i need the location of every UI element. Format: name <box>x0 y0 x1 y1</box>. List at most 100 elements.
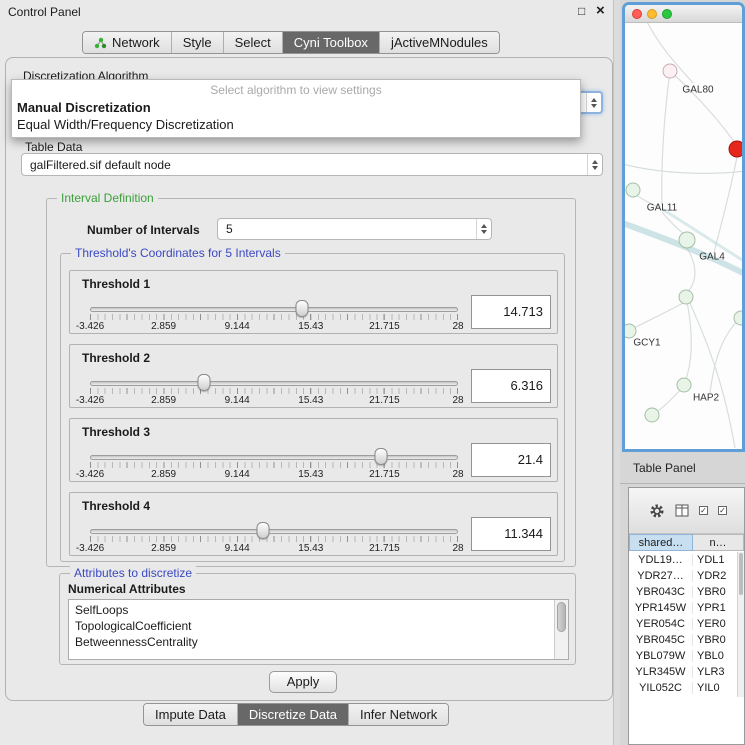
panel-divider[interactable] <box>613 0 620 745</box>
column-header-name[interactable]: n… <box>693 534 744 551</box>
app-root: Control Panel □ × Network Style Select C… <box>0 0 745 745</box>
scrollbar-thumb[interactable] <box>557 602 566 632</box>
apply-button[interactable]: Apply <box>269 671 337 693</box>
tick-label: 28 <box>452 321 463 332</box>
close-icon[interactable]: × <box>596 2 605 19</box>
table-row[interactable]: YER054CYER0 <box>629 616 744 632</box>
panel-title: Control Panel <box>8 5 81 19</box>
threshold-value-field[interactable]: 21.4 <box>471 443 551 477</box>
slider-track[interactable] <box>90 307 458 312</box>
tab-impute-data[interactable]: Impute Data <box>144 704 237 725</box>
combo-stepper-icon[interactable] <box>586 93 601 112</box>
bottom-tabbar: Impute Data Discretize Data Infer Networ… <box>143 703 449 726</box>
selected-node-circle <box>729 141 742 157</box>
threshold-value-field[interactable]: 6.316 <box>471 369 551 403</box>
tick-label: 2.859 <box>151 543 176 554</box>
table-data-combo[interactable]: galFiltered.sif default node <box>21 153 603 176</box>
tab-jactivemnodules[interactable]: jActiveMNodules <box>379 32 499 53</box>
table-data-value: galFiltered.sif default node <box>22 158 587 172</box>
threshold-slider[interactable]: -3.426 2.859 9.144 15.43 21.715 28 <box>90 446 458 482</box>
tab-label: Select <box>235 35 271 50</box>
table-row[interactable]: YBL079WYBL0 <box>629 648 744 664</box>
combo-stepper-icon[interactable] <box>587 154 602 175</box>
slider-track[interactable] <box>90 529 458 534</box>
network-window-titlebar[interactable] <box>625 5 742 23</box>
list-item[interactable]: TopologicalCoefficient <box>69 618 568 634</box>
slider-thumb[interactable] <box>256 522 269 539</box>
dropdown-option-equal-width[interactable]: Equal Width/Frequency Discretization <box>12 116 580 133</box>
table-row[interactable]: YBR045CYBR0 <box>629 632 744 648</box>
slider-scale: -3.426 2.859 9.144 15.43 21.715 28 <box>90 321 458 333</box>
top-tabbar: Network Style Select Cyni Toolbox jActiv… <box>82 31 500 54</box>
tab-network[interactable]: Network <box>83 32 171 53</box>
threshold-value-field[interactable]: 14.713 <box>471 295 551 329</box>
tick-label: 21.715 <box>369 543 400 554</box>
tab-label: Style <box>183 35 212 50</box>
slider-thumb[interactable] <box>198 374 211 391</box>
threshold-label: Threshold 1 <box>82 277 150 291</box>
scrollbar-thumb[interactable] <box>739 553 743 595</box>
tick-label: 2.859 <box>151 321 176 332</box>
minimize-traffic-light-icon[interactable] <box>647 9 657 19</box>
list-item[interactable]: SelfLoops <box>69 602 568 618</box>
table-row[interactable]: YDL19…YDL1 <box>629 552 744 568</box>
threshold-slider[interactable]: -3.426 2.859 9.144 15.43 21.715 28 <box>90 298 458 334</box>
threshold-row: Threshold 3 -3.426 2.859 9.144 15.43 21.… <box>69 418 558 482</box>
threshold-value-field[interactable]: 11.344 <box>471 517 551 551</box>
node-circle <box>626 183 640 197</box>
columns-icon[interactable] <box>675 504 689 517</box>
check-icon[interactable]: ✓ <box>718 506 727 515</box>
list-item[interactable]: BetweennessCentrality <box>69 634 568 650</box>
tick-label: 15.43 <box>298 395 323 406</box>
column-header-shared-name[interactable]: shared… <box>629 534 693 551</box>
table-toolbar: ✓ ✓ <box>629 488 744 534</box>
table-scrollbar[interactable] <box>737 552 744 697</box>
slider-thumb[interactable] <box>296 300 309 317</box>
number-of-intervals-value: 5 <box>218 222 476 236</box>
group-legend: Interval Definition <box>57 191 158 205</box>
tab-label: Infer Network <box>360 707 437 722</box>
tab-cyni-toolbox[interactable]: Cyni Toolbox <box>282 32 379 53</box>
tick-label: 2.859 <box>151 469 176 480</box>
tick-label: 15.43 <box>298 543 323 554</box>
combo-stepper-icon[interactable] <box>476 219 491 239</box>
threshold-slider[interactable]: -3.426 2.859 9.144 15.43 21.715 28 <box>90 520 458 556</box>
float-window-icon[interactable]: □ <box>578 4 585 18</box>
number-of-intervals-combo[interactable]: 5 <box>217 218 492 240</box>
table-row[interactable]: YLR345WYLR3 <box>629 664 744 680</box>
close-traffic-light-icon[interactable] <box>632 9 642 19</box>
table-row[interactable]: YBR043CYBR0 <box>629 584 744 600</box>
node-circle <box>677 378 691 392</box>
zoom-traffic-light-icon[interactable] <box>662 9 672 19</box>
slider-thumb[interactable] <box>374 448 387 465</box>
check-icon[interactable]: ✓ <box>699 506 708 515</box>
tab-discretize-data[interactable]: Discretize Data <box>237 704 348 725</box>
node-label: GCY1 <box>633 338 660 349</box>
slider-track[interactable] <box>90 381 458 386</box>
threshold-slider[interactable]: -3.426 2.859 9.144 15.43 21.715 28 <box>90 372 458 408</box>
threshold-row: Threshold 4 -3.426 2.859 9.144 15.43 21.… <box>69 492 558 556</box>
table-row[interactable]: YDR27…YDR2 <box>629 568 744 584</box>
network-view[interactable]: GAL80 GAL11 GAL4 GCY1 HAP2 <box>625 23 742 448</box>
group-legend: Attributes to discretize <box>70 566 196 580</box>
tick-label: 9.144 <box>225 543 250 554</box>
table-row[interactable]: YPR145WYPR1 <box>629 600 744 616</box>
slider-ticks <box>90 536 458 542</box>
tab-infer-network[interactable]: Infer Network <box>348 704 448 725</box>
dropdown-option-manual[interactable]: Manual Discretization <box>12 99 580 116</box>
tab-select[interactable]: Select <box>223 32 282 53</box>
tab-label: jActiveMNodules <box>391 35 488 50</box>
gear-icon[interactable] <box>649 503 665 519</box>
tick-label: 2.859 <box>151 395 176 406</box>
threshold-label: Threshold 2 <box>82 351 150 365</box>
slider-track[interactable] <box>90 455 458 460</box>
tab-label: Network <box>112 35 160 50</box>
scrollbar[interactable] <box>554 600 568 659</box>
tick-label: 28 <box>452 395 463 406</box>
table-row[interactable]: YIL052CYIL0 <box>629 680 744 696</box>
tick-label: 21.715 <box>369 321 400 332</box>
tab-style[interactable]: Style <box>171 32 223 53</box>
attributes-group: Attributes to discretize Numerical Attri… <box>59 573 576 665</box>
tab-label: Cyni Toolbox <box>294 35 368 50</box>
tick-label: -3.426 <box>76 395 104 406</box>
